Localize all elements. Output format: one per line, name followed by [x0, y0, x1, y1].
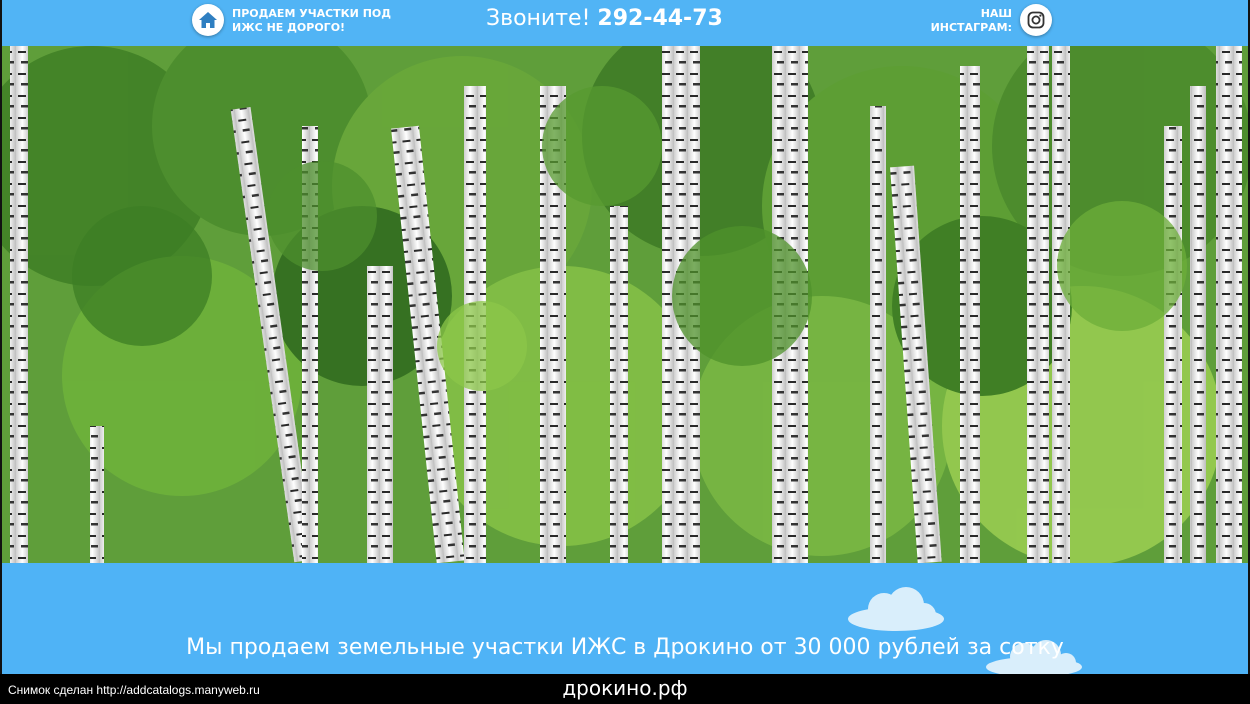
site-domain: дрокино.рф [562, 676, 688, 700]
page-frame: ПРОДАЕМ УЧАСТКИ ПОД ИЖС НЕ ДОРОГО! Звони… [0, 0, 1250, 674]
screenshot-footer: Снимок сделан http://addcatalogs.manyweb… [0, 674, 1250, 704]
header-tagline: ПРОДАЕМ УЧАСТКИ ПОД ИЖС НЕ ДОРОГО! [232, 7, 392, 34]
instagram-button[interactable] [1020, 4, 1052, 36]
header-bar: ПРОДАЕМ УЧАСТКИ ПОД ИЖС НЕ ДОРОГО! Звони… [2, 0, 1248, 46]
phone-number-link[interactable]: 292-44-73 [597, 6, 722, 31]
home-icon [199, 12, 217, 28]
offer-headline: Мы продаем земельные участки ИЖС в Дроки… [186, 635, 1064, 660]
cloud-decoration [848, 587, 944, 631]
instagram-label: НАШ ИНСТАГРАМ: [930, 7, 1012, 34]
birch-forest-photo [2, 46, 1248, 563]
call-label: Звоните! [486, 6, 591, 31]
instagram-icon [1027, 11, 1045, 29]
phone-callout: Звоните! 292-44-73 [486, 6, 723, 31]
info-section: Мы продаем земельные участки ИЖС в Дроки… [2, 563, 1248, 674]
birch-forest-illustration [2, 46, 1248, 563]
home-button[interactable] [192, 4, 224, 36]
